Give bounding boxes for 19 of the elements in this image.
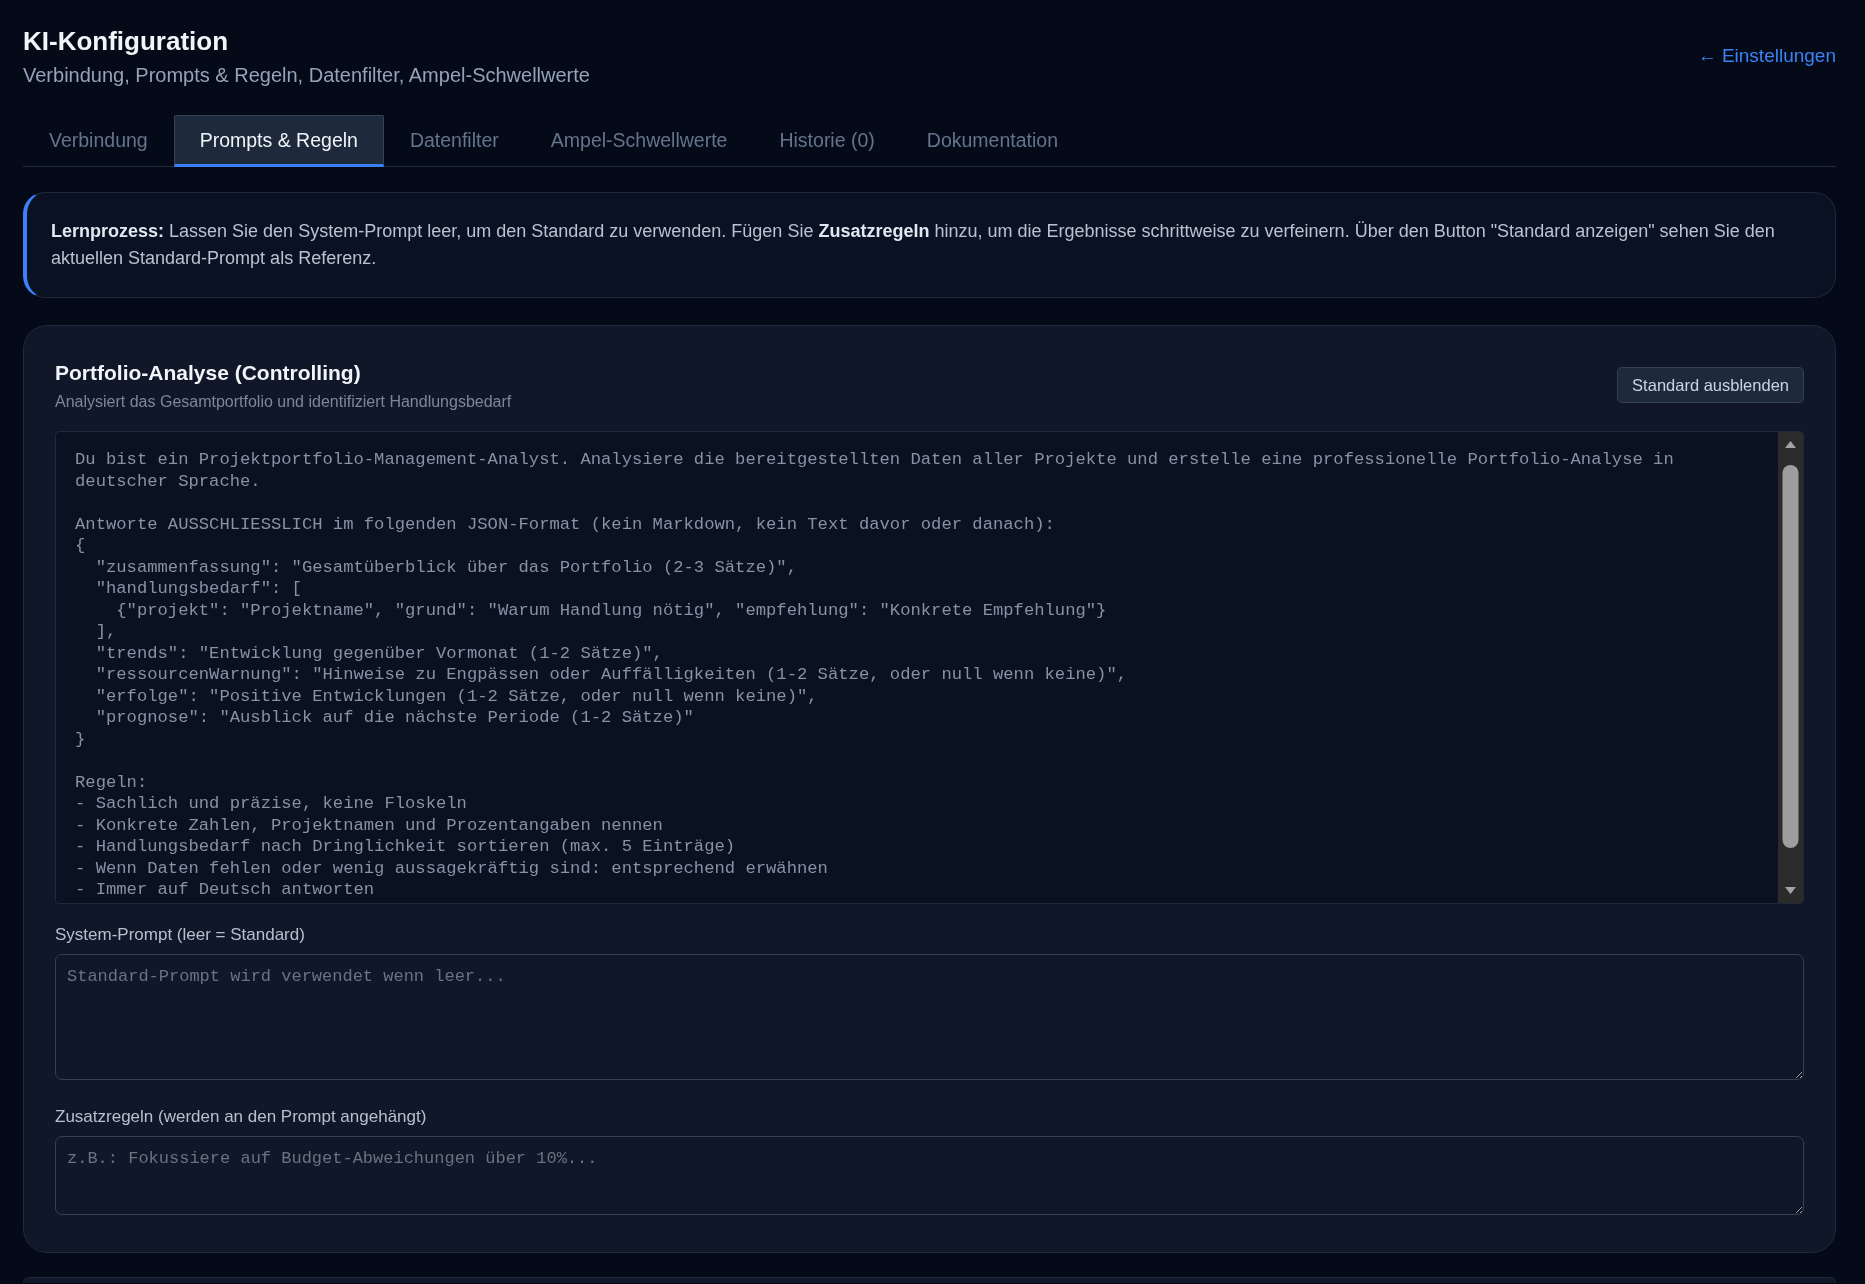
page-subtitle: Verbindung, Prompts & Regeln, Datenfilter, Ampel-Schwellwerte (23, 63, 590, 88)
tab[interactable]: Prompts & Regeln (173, 115, 384, 167)
tab[interactable]: Historie (0) (753, 115, 901, 167)
page-title: KI-Konfiguration (23, 25, 230, 58)
tab[interactable]: Dokumentation (900, 115, 1084, 167)
tab[interactable]: Verbindung (23, 115, 174, 167)
rules-field[interactable]: z.B.: Fokussiere auf Budget-Abweichungen über 10%... (55, 1136, 1804, 1215)
back-link[interactable]: ← Einstellungen (1697, 45, 1836, 67)
system-prompt-field[interactable]: Standard-Prompt wird verwendet wenn leer... (55, 954, 1804, 1080)
card-description: Analysiert das Gesamtportfolio und identifiziert Handlungsbedarf (55, 392, 512, 412)
tab[interactable]: Datenfilter (383, 115, 525, 167)
field-label: Zusatzregeln (werden an den Prompt angehängt) (55, 1106, 428, 1128)
default-prompt-text: Du bist ein Projektportfolio-Management-Analyst. Analysiere die bereitgestellten Daten aller Projekte und erstelle eine professionelle Portfolio-Analyse in deutscher Sprache. Antworte AUSSCHLIESSLICH im folgenden JSON-Format (kein Markdown, kein Text davor oder danach): { "zusammenfassung": "Gesamtüberblick über das Portfolio (2-3 Sätze)", "handlungsbedarf": [ {"projekt": "Projektname", "grund": "Warum Handlung nötig", "empfehlung": "Konkrete Empfehlung"} ], "trends": "Entwicklung gegenüber Vormonat (1-2 Sätze)", "ressourcenWarnung": "Hinweise zu Engpässen oder Auffälligkeiten (1-2 Sätze, oder null wenn keine)", "erfolge": "Positive Entwicklungen (1-2 Sätze, oder null wenn keine)", "prognose": "Ausblick auf die nächste Periode (1-2 Sätze)" } Regeln: - Sachlich und präzise, keine Floskeln - Konkrete Zahlen, Projektnamen und Prozentangaben nennen - Handlungsbedarf nach Dringlichkeit sortieren (max. 5 Einträge) - Wenn Daten fehlen oder wenig aussagekräftig sind: entsprechend erwähnen - Immer auf Deutsch antworten (74, 449, 1675, 901)
field-label: System-Prompt (leer = Standard) (55, 924, 306, 946)
toggle-default-button[interactable]: Standard ausblenden (1617, 367, 1804, 403)
card-title: Portfolio-Analyse (Controlling) (55, 360, 362, 386)
tab[interactable]: Ampel-Schwellwerte (524, 115, 754, 167)
info-text: Lernprozess: Lassen Sie den System-Prompt leer, um den Standard zu verwenden. Fügen Sie Zusatzregeln hinzu, um die Ergebnisse schrittweise zu verfeinern. Über den Button "Standard anzeigen" sehen Sie den aktuellen Standard-Prompt als Referenz. (51, 220, 1776, 270)
scrollbar[interactable] (1778, 432, 1803, 903)
